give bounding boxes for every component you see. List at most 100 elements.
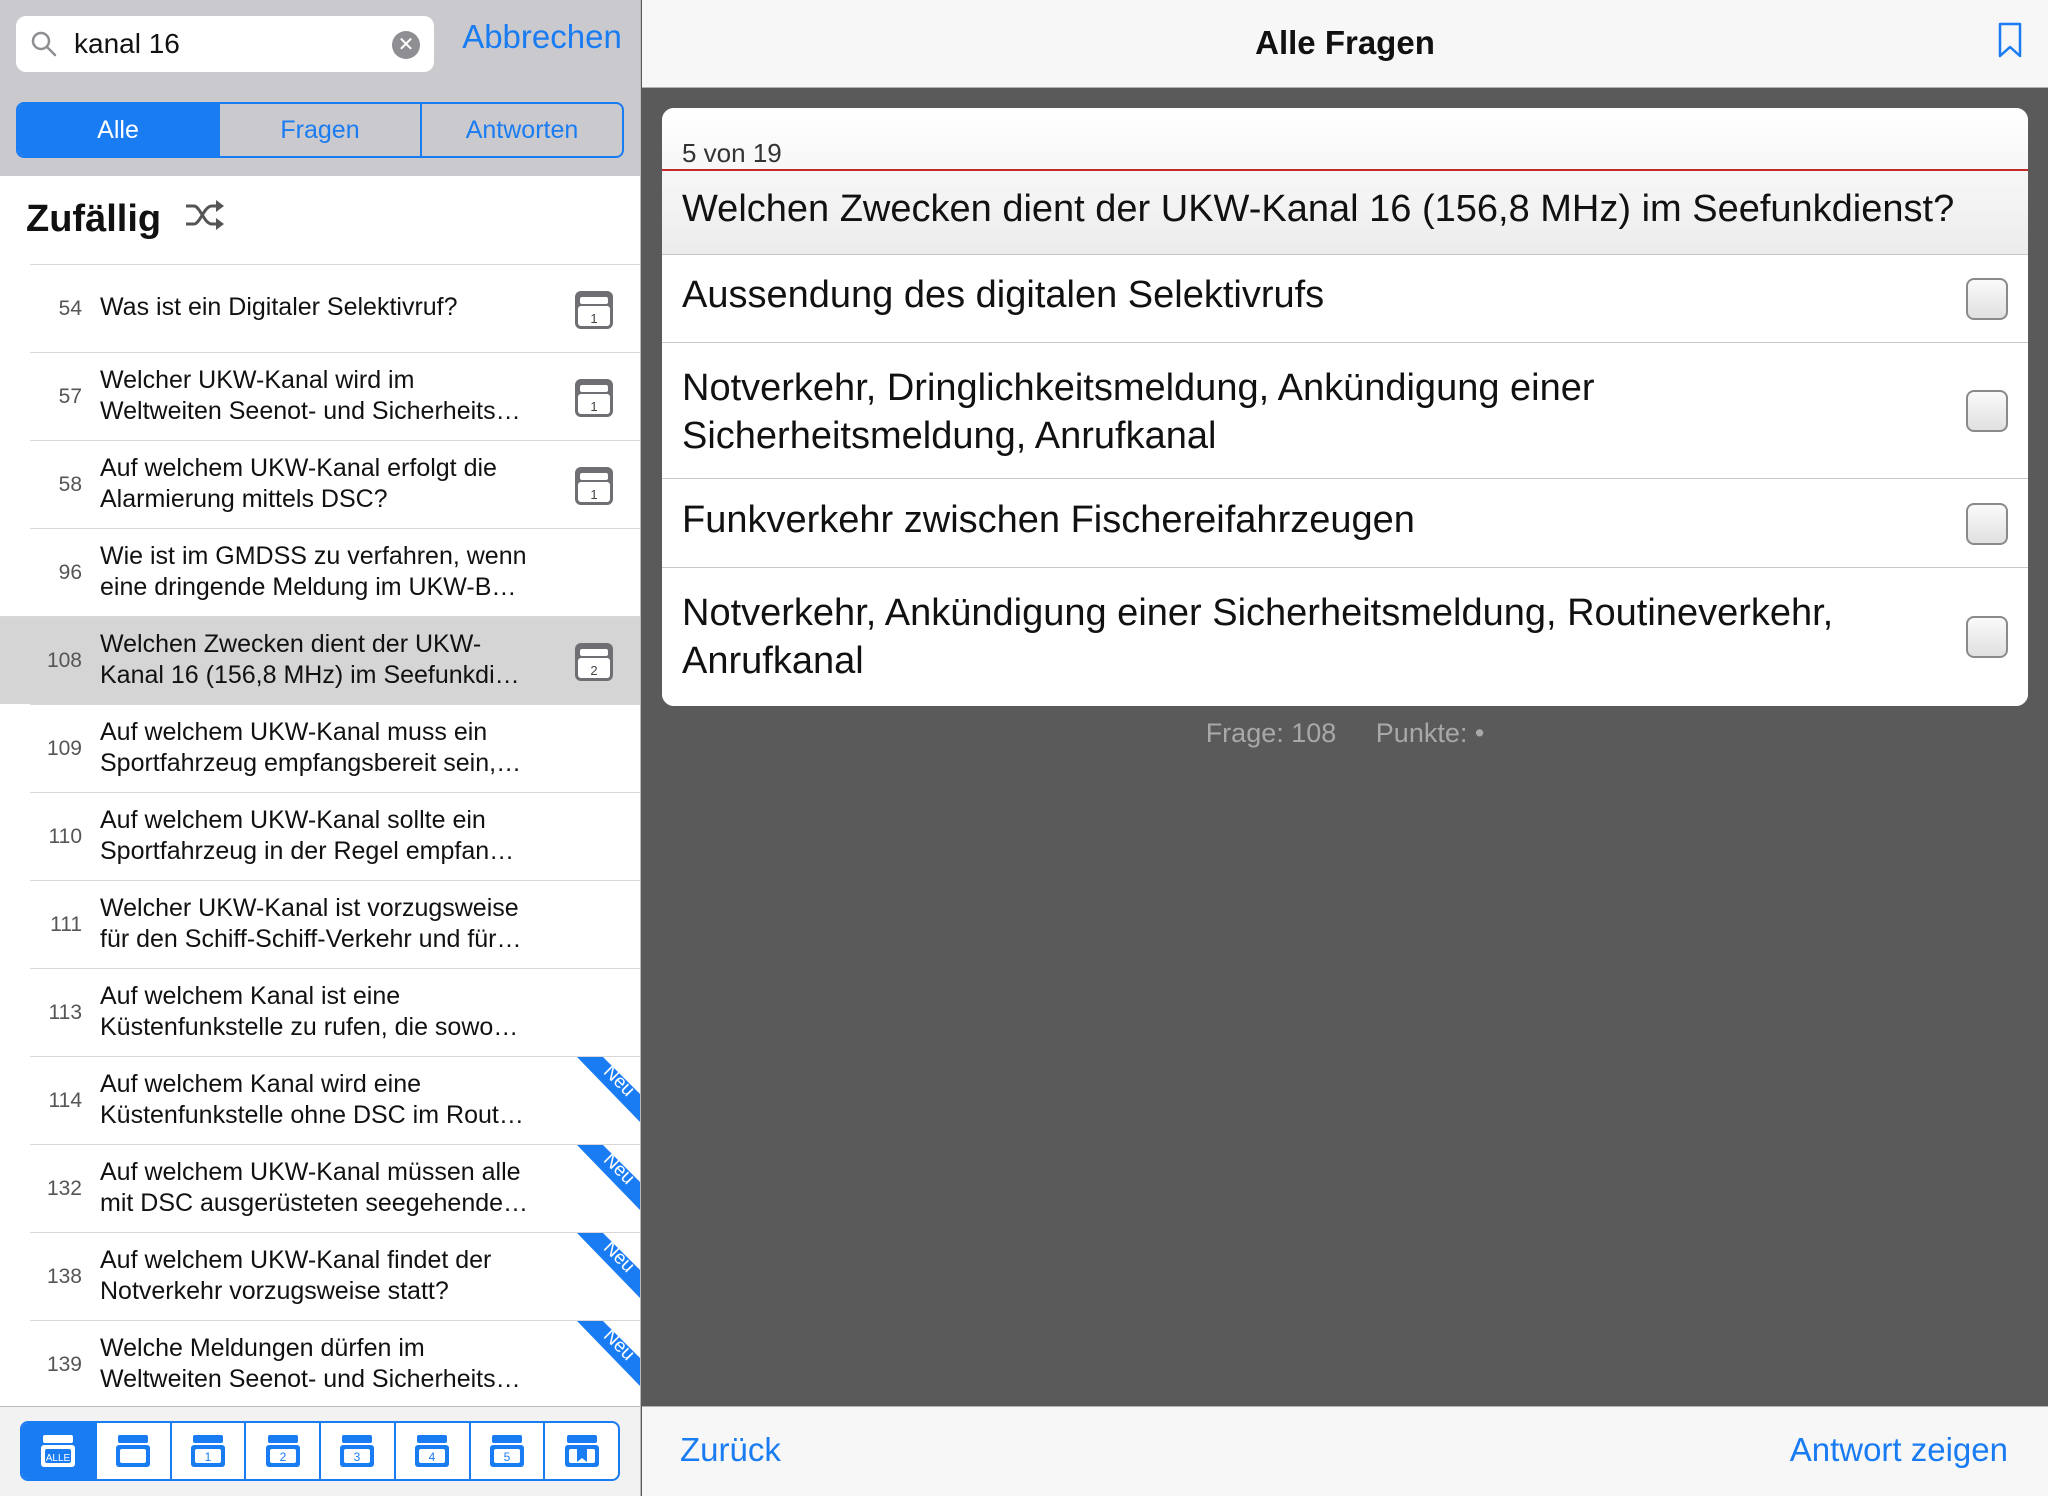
question-preview: Welchen Zwecken dient der UKW- Kanal 16 (… (100, 630, 520, 689)
segment-questions[interactable]: Fragen (220, 104, 422, 156)
bottom-toolbar: Zurück Antwort zeigen (642, 1406, 2048, 1496)
back-button[interactable]: Zurück (680, 1431, 781, 1469)
learning-box-number: 2 (590, 663, 597, 678)
show-answer-button[interactable]: Antwort zeigen (1790, 1431, 2008, 1469)
question-number: 54 (58, 297, 82, 320)
question-list-item[interactable]: 58 Auf welchem UKW-Kanal erfolgt die Alarm… (30, 440, 640, 528)
answer-text: Notverkehr, Dringlichkeitsmeldung, Ankün… (682, 367, 1595, 457)
question-text: Welchen Zwecken dient der UKW-Kanal 16 (… (682, 188, 1955, 230)
question-number: 108 (46, 649, 82, 672)
search-icon (31, 31, 57, 57)
search-input[interactable] (74, 24, 394, 64)
page-title: Alle Fragen (1255, 24, 1435, 61)
tab-label: 5 (504, 1450, 511, 1464)
answer-checkbox[interactable] (1966, 278, 2008, 320)
answer-option-4[interactable]: Notverkehr, Ankündigung einer Sicherheit… (662, 569, 2028, 706)
question-preview: Auf welchem Kanal wird eine Küstenfunkste… (100, 1070, 524, 1129)
new-badge: Neu (577, 1145, 640, 1211)
question-preview: Auf welchem UKW-Kanal muss ein Sportfahrz… (100, 718, 522, 777)
segment-answers[interactable]: Antworten (422, 104, 622, 156)
clear-search-icon[interactable]: ✕ (392, 31, 420, 59)
new-badge: Neu (577, 1321, 640, 1387)
tab-box-5[interactable]: 5 (471, 1423, 546, 1479)
question-list-item[interactable]: 132 Auf welchem UKW-Kanal müssen alle mit … (30, 1144, 640, 1232)
search-bar[interactable]: ✕ (16, 16, 434, 72)
cancel-button[interactable]: Abbrechen (452, 18, 632, 56)
box-2-icon: 2 (265, 1435, 300, 1467)
question-list-item[interactable]: 113 Auf welchem Kanal ist eine Küstenfunks… (30, 968, 640, 1056)
question-preview: Auf welchem Kanal ist eine Küstenfunkstel… (100, 982, 519, 1041)
box-1-icon: 1 (190, 1435, 225, 1467)
answer-option-1[interactable]: Aussendung des digitalen Selektivrufs (662, 255, 2028, 343)
question-number: 111 (50, 913, 82, 936)
tab-label: 4 (429, 1450, 436, 1464)
tab-box-1[interactable]: 1 (172, 1423, 247, 1479)
tab-all-boxes[interactable]: ALLE (22, 1423, 97, 1479)
question-list-item[interactable]: 139 Welche Meldungen dürfen im Weltweiten … (30, 1320, 640, 1406)
question-list-item[interactable]: 138 Auf welchem UKW-Kanal findet der Notve… (30, 1232, 640, 1320)
question-list-item[interactable]: 57 Welcher UKW-Kanal wird im Weltweiten Se… (30, 352, 640, 440)
box-filter-group: ALLE 1 2 3 4 5 (20, 1421, 620, 1481)
question-list-item[interactable]: 110 Auf welchem UKW-Kanal sollte ein Sport… (30, 792, 640, 880)
question-preview: Was ist ein Digitaler Selektivruf? (100, 293, 458, 321)
question-list: 54 Was ist ein Digitaler Selektivruf? 1 57 W… (0, 264, 640, 1406)
box-filter-tabbar: ALLE 1 2 3 4 5 (0, 1406, 640, 1496)
learning-box-icon: 1 (575, 379, 613, 417)
question-list-item[interactable]: 114 Auf welchem Kanal wird eine Küstenfunk… (30, 1056, 640, 1144)
tab-bookmark-box[interactable] (545, 1423, 618, 1479)
question-list-item[interactable]: 109 Auf welchem UKW-Kanal muss ein Sportfa… (30, 704, 640, 792)
answer-checkbox[interactable] (1966, 390, 2008, 432)
points: Punkte: • (1375, 718, 1485, 748)
question-list-item[interactable]: 96 Wie ist im GMDSS zu verfahren, wenn ein… (30, 528, 640, 616)
tab-label: ALLE (46, 1453, 71, 1464)
learning-box-number: 1 (590, 487, 597, 502)
answer-option-2[interactable]: Notverkehr, Dringlichkeitsmeldung, Ankün… (662, 344, 2028, 479)
segment-all[interactable]: Alle (18, 104, 220, 156)
question-header: 5 von 19 Welchen Zwecken dient der UKW-K… (662, 108, 2028, 255)
question-preview: Welche Meldungen dürfen im Weltweiten See… (100, 1334, 521, 1393)
bookmark-icon[interactable] (1998, 22, 2022, 58)
new-badge: Neu (577, 1057, 640, 1123)
question-detail-pane: Alle Fragen 5 von 19 Welchen Zwecken die… (642, 0, 2048, 1496)
question-preview: Wie ist im GMDSS zu verfahren, wenn eine … (100, 542, 527, 601)
question-number: 138 (46, 1265, 82, 1288)
navigation-bar: Alle Fragen (642, 0, 2048, 88)
question-number: Frage: 108 (1205, 718, 1337, 748)
question-list-item[interactable]: 108 Welchen Zwecken dient der UKW- Kanal 1… (0, 616, 640, 704)
question-number: 114 (48, 1089, 82, 1112)
question-preview: Auf welchem UKW-Kanal müssen alle mit DSC… (100, 1158, 529, 1217)
answer-text: Notverkehr, Ankündigung einer Sicherheit… (682, 592, 1834, 682)
answer-option-3[interactable]: Funkverkehr zwischen Fischereifahrzeugen (662, 480, 2028, 568)
question-number: 57 (58, 385, 82, 408)
tab-box[interactable] (97, 1423, 172, 1479)
question-number: 110 (48, 825, 82, 848)
question-meta: Frage: 108 Punkte: • (642, 718, 2048, 749)
box-5-icon: 5 (489, 1435, 524, 1467)
box-icon (116, 1435, 151, 1467)
answer-checkbox[interactable] (1966, 616, 2008, 658)
question-number: 113 (48, 1001, 82, 1024)
answer-checkbox[interactable] (1966, 503, 2008, 545)
box-4-icon: 4 (415, 1435, 450, 1467)
tab-label: 1 (205, 1450, 212, 1464)
box-3-icon: 3 (340, 1435, 375, 1467)
header-divider (662, 169, 2028, 171)
learning-box-icon: 1 (575, 467, 613, 505)
question-preview: Welcher UKW-Kanal ist vorzugsweise für de… (100, 894, 522, 953)
tab-box-3[interactable]: 3 (321, 1423, 396, 1479)
shuffle-icon[interactable] (184, 198, 226, 232)
learning-box-icon: 1 (575, 291, 613, 329)
question-number: 96 (58, 561, 82, 584)
tab-box-4[interactable]: 4 (396, 1423, 471, 1479)
question-list-item[interactable]: 54 Was ist ein Digitaler Selektivruf? 1 (30, 264, 640, 352)
filter-segmented-control: Alle Fragen Antworten (16, 102, 624, 158)
question-preview: Auf welchem UKW-Kanal findet der Notverke… (100, 1246, 492, 1305)
section-title: Zufällig (26, 198, 162, 240)
tab-box-2[interactable]: 2 (246, 1423, 321, 1479)
question-list-item[interactable]: 111 Welcher UKW-Kanal ist vorzugsweise für… (30, 880, 640, 968)
question-preview: Auf welchem UKW-Kanal erfolgt die Alarmie… (100, 454, 497, 513)
bookmark-box-icon (564, 1435, 599, 1467)
learning-box-number: 1 (590, 399, 597, 414)
learning-box-number: 1 (590, 311, 597, 326)
question-preview: Welcher UKW-Kanal wird im Weltweiten Seen… (100, 366, 521, 425)
